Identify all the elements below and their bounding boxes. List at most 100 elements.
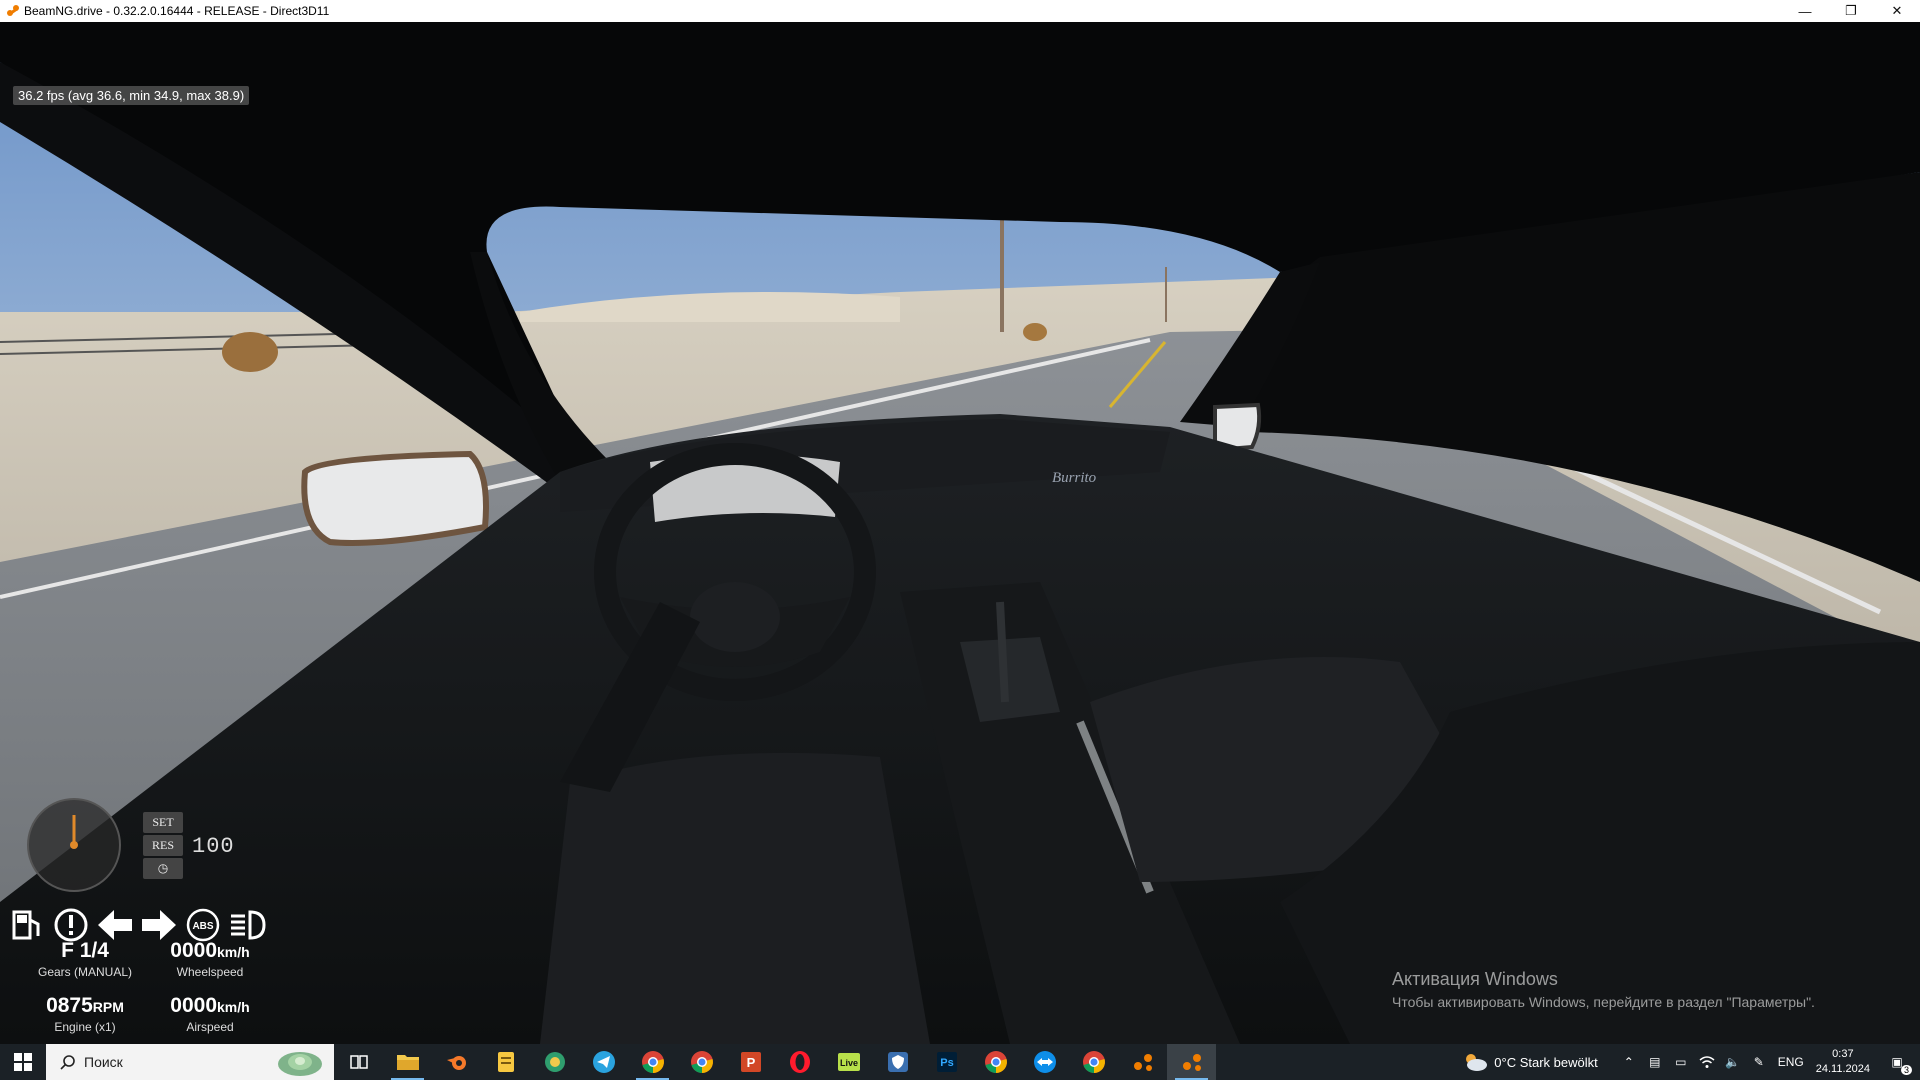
- tray-battery-button[interactable]: ▭: [1670, 1051, 1692, 1073]
- weather-text: 0°C Stark bewölkt: [1494, 1054, 1598, 1070]
- tachometer-gauge: [27, 798, 121, 892]
- taskbar-app-chrome-3[interactable]: [971, 1044, 1020, 1080]
- chrome-icon: [984, 1051, 1007, 1073]
- wheelspeed-metric: 0000km/h Wheelspeed: [140, 939, 280, 979]
- engine-rpm-unit: RPM: [92, 999, 124, 1015]
- window-title: BeamNG.drive - 0.32.2.0.16444 - RELEASE …: [24, 4, 330, 18]
- taskbar-app-beamng-launcher[interactable]: [1118, 1044, 1167, 1080]
- cruise-speed-display: 100: [192, 834, 235, 859]
- language-label: ENG: [1777, 1055, 1804, 1069]
- device-icon: ▤: [1649, 1055, 1661, 1069]
- cruise-control-icon: ◷: [157, 861, 169, 875]
- tray-wifi-button[interactable]: [1696, 1051, 1718, 1073]
- gear-label: Gears (MANUAL): [37, 965, 132, 979]
- tray-device-button[interactable]: ▤: [1644, 1051, 1666, 1073]
- start-button[interactable]: [0, 1044, 46, 1080]
- taskbar-app-shield[interactable]: [873, 1044, 922, 1080]
- wifi-icon: [1699, 1056, 1715, 1068]
- cruise-set-button[interactable]: SET: [143, 812, 183, 833]
- airspeed-unit: km/h: [217, 999, 250, 1015]
- cruise-off-button[interactable]: ◷: [143, 858, 183, 879]
- pen-icon: ✎: [1753, 1055, 1764, 1069]
- chevron-up-icon: ⌃: [1623, 1055, 1634, 1069]
- live-icon: Live: [837, 1053, 860, 1071]
- cruise-res-button[interactable]: RES: [143, 835, 183, 856]
- airspeed-metric: 0000km/h Airspeed: [140, 994, 280, 1034]
- activation-title: Активация Windows: [1392, 969, 1558, 989]
- volume-icon: 🔈: [1725, 1055, 1741, 1069]
- cloudy-weather-icon: [1466, 1054, 1488, 1071]
- taskbar-app-teamviewer[interactable]: [1020, 1044, 1069, 1080]
- cruise-control-panel: SET RES ◷: [143, 812, 183, 881]
- windows-taskbar: Поиск P Live Ps 0°C Stark bewölkt ⌃ ▤ ▭ …: [0, 1044, 1920, 1080]
- gear-value: F 1/4: [61, 939, 109, 962]
- restore-icon: ❐: [1845, 3, 1857, 18]
- wheelspeed-label: Wheelspeed: [176, 965, 244, 979]
- engine-rpm-value: 0875: [46, 994, 93, 1017]
- chrome-icon: [690, 1051, 713, 1073]
- tray-volume-button[interactable]: 🔈: [1722, 1051, 1744, 1073]
- notes-icon: [497, 1052, 514, 1072]
- engine-label: Engine (x1): [54, 1020, 116, 1034]
- clock-date: 24.11.2024: [1815, 1063, 1870, 1075]
- taskbar-app-file-explorer[interactable]: [383, 1044, 432, 1080]
- taskbar-clock[interactable]: 0:37 24.11.2024: [1816, 1047, 1870, 1077]
- taskbar-app-live[interactable]: Live: [824, 1044, 873, 1080]
- photoshop-icon: Ps: [936, 1052, 957, 1072]
- language-button[interactable]: ENG: [1774, 1051, 1808, 1073]
- taskbar-app-chrome-1[interactable]: [628, 1044, 677, 1080]
- taskbar-app-chrome-2[interactable]: [677, 1044, 726, 1080]
- tray-pen-button[interactable]: ✎: [1748, 1051, 1770, 1073]
- svg-text:P: P: [746, 1055, 755, 1070]
- game-viewport[interactable]: Burrito 36.2 fps (avg 36.6, min 34.9, ma…: [0, 22, 1920, 1044]
- taskbar-app-chrome-4[interactable]: [1069, 1044, 1118, 1080]
- taskbar-search-box[interactable]: Поиск: [46, 1044, 334, 1080]
- weather-widget[interactable]: 0°C Stark bewölkt: [1462, 1051, 1598, 1073]
- close-button[interactable]: ✕: [1874, 0, 1920, 22]
- blender-icon: [446, 1056, 466, 1070]
- chrome-icon: [641, 1051, 664, 1073]
- beamng-icon: [1182, 1054, 1201, 1071]
- wheelspeed-value: 0000: [170, 939, 218, 962]
- globe-icon: [544, 1052, 565, 1072]
- taskbar-app-blender[interactable]: [432, 1044, 481, 1080]
- fps-counter: 36.2 fps (avg 36.6, min 34.9, max 38.9): [13, 86, 250, 105]
- car-interior-scene: Burrito: [0, 22, 1920, 1044]
- taskbar-app-notes[interactable]: [481, 1044, 530, 1080]
- search-icon: [60, 1055, 75, 1070]
- taskbar-app-opera[interactable]: [775, 1044, 824, 1080]
- chrome-icon: [1082, 1051, 1105, 1073]
- search-placeholder: Поиск: [84, 1054, 123, 1070]
- task-view-icon: [349, 1055, 368, 1069]
- taskbar-app-beamng-drive[interactable]: [1167, 1044, 1216, 1080]
- taskbar-app-telegram[interactable]: [579, 1044, 628, 1080]
- windows-logo-icon: [14, 1053, 32, 1071]
- file-explorer-icon: [396, 1055, 419, 1070]
- system-tray: 0°C Stark bewölkt ⌃ ▤ ▭ 🔈 ✎ ENG 0:37 24.…: [1462, 1044, 1920, 1080]
- taskbar-app-globe[interactable]: [530, 1044, 579, 1080]
- beamng-app-icon: [7, 5, 19, 16]
- opera-icon: [789, 1051, 810, 1073]
- wheelspeed-unit: km/h: [217, 944, 250, 960]
- svg-text:Live: Live: [839, 1058, 857, 1068]
- notification-count: 3: [1900, 1065, 1912, 1075]
- airspeed-value: 0000: [170, 994, 218, 1017]
- taskbar-app-powerpoint[interactable]: P: [726, 1044, 775, 1080]
- restore-button[interactable]: ❐: [1828, 0, 1874, 22]
- telegram-icon: [592, 1051, 615, 1073]
- activation-subtitle: Чтобы активировать Windows, перейдите в …: [1392, 994, 1815, 1010]
- taskbar-app-photoshop[interactable]: Ps: [922, 1044, 971, 1080]
- teamviewer-icon: [1033, 1051, 1056, 1073]
- search-highlight-succulent-icon: [278, 1052, 322, 1076]
- task-view-button[interactable]: [334, 1044, 383, 1080]
- engine-metric: 0875RPM Engine (x1): [15, 994, 155, 1034]
- minimize-button[interactable]: —: [1782, 0, 1828, 22]
- gear-metric: F 1/4 Gears (MANUAL): [15, 939, 155, 979]
- battery-icon: ▭: [1675, 1055, 1687, 1069]
- powerpoint-icon: P: [740, 1052, 761, 1072]
- window-titlebar: BeamNG.drive - 0.32.2.0.16444 - RELEASE …: [0, 0, 1920, 22]
- tray-overflow-button[interactable]: ⌃: [1618, 1051, 1640, 1073]
- svg-text:Burrito: Burrito: [1052, 470, 1097, 486]
- beamng-icon: [1133, 1054, 1152, 1071]
- notification-center-button[interactable]: ▣ 3: [1886, 1051, 1912, 1075]
